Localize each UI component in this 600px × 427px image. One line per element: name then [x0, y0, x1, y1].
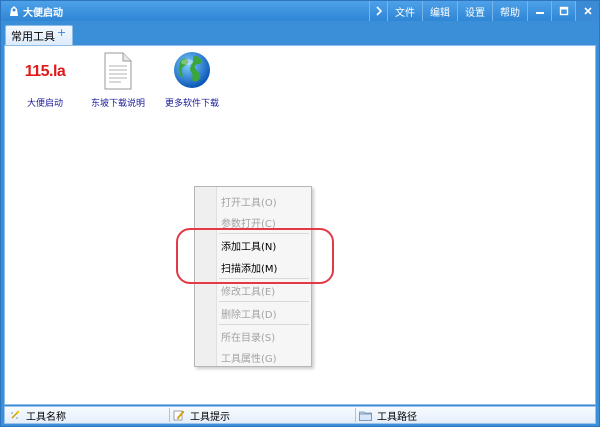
menu-separator — [219, 324, 309, 325]
menu-item-edit-tool[interactable]: 修改工具(E) — [221, 283, 275, 298]
title-bar[interactable]: 大便启动 文件 编辑 设置 帮助 — [1, 1, 599, 21]
status-hint-cell: 工具提示 — [173, 407, 230, 423]
tool-label: 东坡下载说明 — [90, 99, 145, 109]
menu-bar: 文件 编辑 设置 帮助 — [369, 1, 599, 21]
menu-expand-icon[interactable] — [369, 1, 387, 21]
app-window: 大便启动 文件 编辑 设置 帮助 常用工具 + 115.la 大便启动 东坡下载… — [0, 0, 600, 427]
globe-icon — [174, 52, 210, 88]
minimize-button[interactable] — [527, 1, 551, 21]
menu-file[interactable]: 文件 — [387, 1, 422, 21]
app-logo-icon — [10, 6, 18, 16]
highlight-annotation — [176, 228, 334, 284]
status-path-label: 工具路径 — [377, 411, 417, 423]
menu-settings[interactable]: 设置 — [457, 1, 492, 21]
menu-item-open-folder[interactable]: 所在目录(S) — [221, 329, 275, 344]
menu-separator — [219, 301, 309, 302]
tab-common-tools[interactable]: 常用工具 + — [5, 25, 74, 45]
menu-item-delete-tool[interactable]: 删除工具(D) — [221, 306, 277, 321]
status-divider — [169, 408, 170, 422]
maximize-icon — [559, 6, 568, 16]
add-tab-icon[interactable]: + — [57, 26, 66, 39]
status-name-label: 工具名称 — [26, 411, 66, 423]
text-document-icon — [104, 52, 132, 90]
status-path-cell: 工具路径 — [359, 407, 417, 423]
menu-item-tool-properties[interactable]: 工具属性(G) — [221, 350, 277, 365]
115-logo-icon: 115.la — [24, 63, 66, 80]
menu-item-open-with-args[interactable]: 参数打开(C) — [221, 215, 276, 230]
tab-bar: 常用工具 + — [1, 21, 599, 45]
status-name-cell: 工具名称 — [9, 407, 66, 423]
tab-label: 常用工具 — [11, 29, 55, 43]
status-hint-label: 工具提示 — [190, 411, 230, 423]
close-icon — [583, 7, 592, 15]
tool-label: 更多软件下载 — [164, 99, 219, 109]
menu-help[interactable]: 帮助 — [492, 1, 527, 21]
folder-icon — [359, 411, 372, 421]
tool-label: 大便启动 — [26, 99, 63, 109]
status-divider — [355, 408, 356, 422]
window-title: 大便启动 — [23, 8, 63, 19]
minimize-icon — [535, 12, 544, 14]
sparkle-icon — [11, 410, 20, 419]
status-bar: 工具名称 工具提示 工具路径 — [4, 406, 596, 424]
menu-edit[interactable]: 编辑 — [422, 1, 457, 21]
maximize-button[interactable] — [551, 1, 575, 21]
menu-item-open-tool[interactable]: 打开工具(O) — [221, 194, 277, 209]
pencil-icon — [173, 410, 185, 421]
close-button[interactable] — [575, 1, 599, 21]
